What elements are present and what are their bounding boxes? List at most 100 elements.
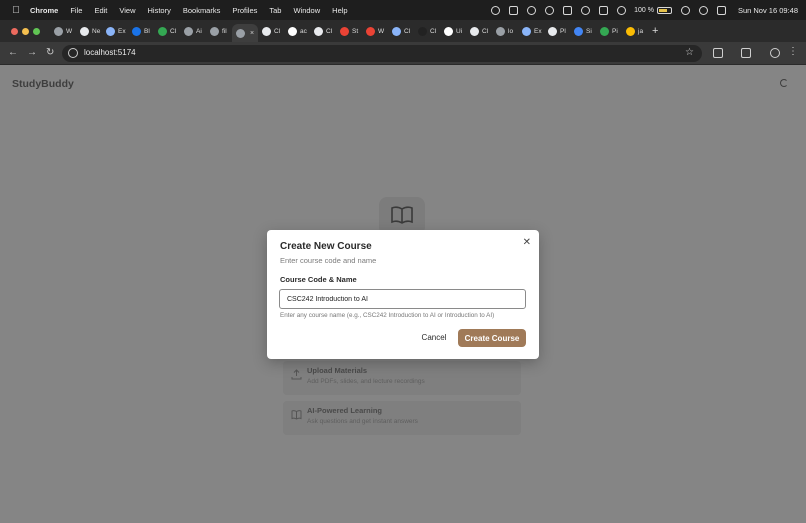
status-app-icon[interactable] [599, 5, 609, 15]
menu-tab[interactable]: Tab [269, 6, 281, 15]
menu-profiles[interactable]: Profiles [232, 6, 257, 15]
address-bar[interactable]: localhost:5174 ☆ [62, 45, 702, 62]
browser-tab[interactable]: Cl [310, 23, 336, 39]
tab-close-icon[interactable]: × [250, 30, 254, 37]
browser-tab[interactable]: Ex [518, 23, 544, 39]
cancel-button[interactable]: Cancel [416, 329, 452, 346]
tab-favicon-icon [132, 26, 141, 36]
menu-edit[interactable]: Edit [94, 6, 107, 15]
control-center-icon[interactable] [716, 5, 726, 15]
browser-tab[interactable]: Si [570, 23, 596, 39]
tab-label: ac [300, 27, 307, 35]
forward-icon[interactable]: → [27, 47, 37, 58]
apple-menu-icon[interactable]:  [11, 5, 21, 16]
tab-favicon-icon [600, 26, 609, 36]
book-icon [291, 410, 302, 420]
browser-tab[interactable]: Pl [544, 23, 570, 39]
course-name-input[interactable] [279, 289, 526, 309]
feature-description: Add PDFs, slides, and lecture recordings [307, 378, 425, 385]
new-tab-icon[interactable]: + [652, 25, 658, 37]
chrome-menu-icon[interactable]: ⋮ [788, 46, 798, 57]
browser-tab[interactable]: W [50, 23, 76, 39]
browser-tab[interactable]: Cl [414, 23, 440, 39]
user-status-icon[interactable] [617, 5, 627, 15]
menu-history[interactable]: History [148, 6, 171, 15]
browser-tab[interactable]: Ai [180, 23, 206, 39]
feature-card-ai: AI-Powered Learning Ask questions and ge… [283, 401, 521, 435]
browser-tab[interactable]: Cl [388, 23, 414, 39]
tab-label: Cl [170, 27, 177, 35]
menu-clock[interactable]: Sun Nov 16 09:48 [738, 6, 798, 15]
browser-tab[interactable]: Bl [128, 23, 154, 39]
macos-menu-bar:  Chrome File Edit View History Bookmark… [0, 0, 806, 20]
menu-view[interactable]: View [119, 6, 135, 15]
tab-favicon-icon [392, 26, 401, 36]
status-app-icon[interactable] [581, 5, 591, 15]
tab-favicon-icon [366, 26, 375, 36]
profile-icon[interactable] [770, 48, 780, 58]
tab-favicon-icon [314, 26, 323, 36]
tab-favicon-icon [236, 28, 245, 38]
browser-tab[interactable]: ja [622, 23, 648, 39]
minimize-window-button[interactable] [22, 28, 29, 35]
browser-tab[interactable]: W [362, 23, 388, 39]
browser-tab[interactable]: Cl [466, 23, 492, 39]
tab-active[interactable]: × [232, 24, 258, 42]
zoom-window-button[interactable] [33, 28, 40, 35]
status-app-icon[interactable] [509, 5, 519, 15]
menu-window[interactable]: Window [293, 6, 320, 15]
menu-help[interactable]: Help [332, 6, 347, 15]
tab-label: Cl [482, 27, 489, 35]
status-app-icon[interactable] [563, 5, 573, 15]
browser-tab[interactable]: Ex [102, 23, 128, 39]
browser-tab[interactable]: Cl [154, 23, 180, 39]
battery-icon[interactable] [656, 6, 672, 14]
feature-title: Upload Materials [307, 366, 368, 375]
browser-tab[interactable]: Pi [596, 23, 622, 39]
feature-description: Ask questions and get instant answers [307, 418, 418, 425]
extensions-icon[interactable] [713, 48, 723, 58]
site-info-icon[interactable] [68, 48, 78, 58]
browser-tab[interactable]: Cl [258, 23, 284, 39]
tab-favicon-icon [574, 26, 583, 36]
menu-file[interactable]: File [70, 6, 82, 15]
url-text[interactable]: localhost:5174 [84, 48, 136, 57]
course-name-hint: Enter any course name (e.g., CSC242 Intr… [280, 312, 495, 319]
status-app-icon[interactable] [491, 5, 501, 15]
tab-label: Bl [144, 27, 150, 35]
close-icon[interactable]: ✕ [523, 237, 531, 248]
menu-app-name[interactable]: Chrome [30, 6, 58, 15]
side-panel-icon[interactable] [741, 48, 751, 58]
app-brand[interactable]: StudyBuddy [12, 78, 74, 90]
tabs-container: W Ne Ex Bl Cl Ai fil × Cl ac Cl St W Cl Cl Ui Cl lo Ex Pl Si… [50, 20, 658, 42]
browser-tab[interactable]: Ne [76, 23, 102, 39]
browser-tab[interactable]: ac [284, 23, 310, 39]
status-app-icon[interactable] [527, 5, 537, 15]
bookmark-star-icon[interactable]: ☆ [685, 47, 694, 58]
theme-toggle-icon[interactable] [780, 79, 788, 87]
battery-percentage: 100 % [634, 6, 654, 14]
tab-label: Cl [404, 27, 411, 35]
menu-bookmarks[interactable]: Bookmarks [183, 6, 221, 15]
close-window-button[interactable] [11, 28, 18, 35]
tab-label: Cl [430, 27, 437, 35]
feature-title: AI-Powered Learning [307, 406, 383, 415]
tab-label: Cl [326, 27, 333, 35]
browser-tab[interactable]: Ui [440, 23, 466, 39]
mute-icon[interactable] [680, 5, 690, 15]
create-course-button[interactable]: Create Course [458, 329, 526, 347]
tab-favicon-icon [184, 26, 193, 36]
create-course-dialog: ✕ Create New Course Enter course code an… [267, 230, 539, 359]
tab-label: Ui [456, 27, 463, 35]
browser-toolbar: ← → ↻ localhost:5174 ☆ ⋮ [0, 42, 806, 65]
tab-favicon-icon [548, 26, 557, 36]
reload-icon[interactable]: ↻ [46, 47, 54, 58]
wifi-icon[interactable] [698, 5, 708, 15]
browser-tab[interactable]: lo [492, 23, 518, 39]
status-app-icon[interactable] [545, 5, 555, 15]
tab-favicon-icon [444, 26, 453, 36]
tab-favicon-icon [626, 26, 635, 36]
browser-tab[interactable]: fil [206, 23, 232, 39]
back-icon[interactable]: ← [8, 47, 18, 58]
browser-tab[interactable]: St [336, 23, 362, 39]
